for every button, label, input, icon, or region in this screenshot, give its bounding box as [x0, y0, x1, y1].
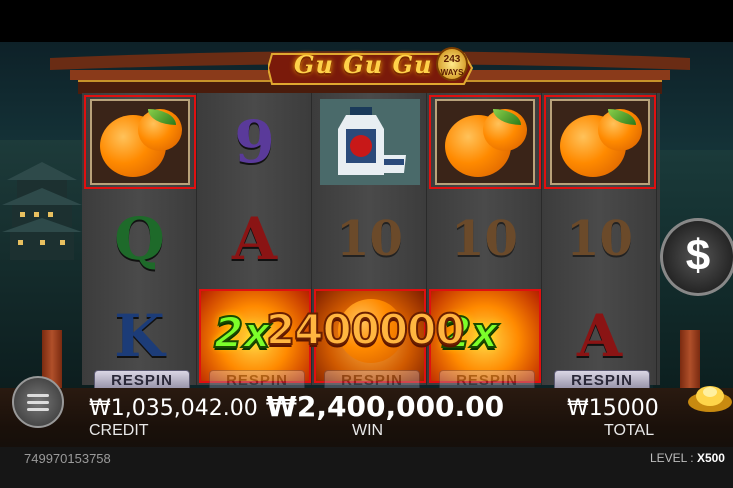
logo-title: Gu Gu Gu 3	[294, 50, 460, 79]
reel-1: Q K	[82, 93, 197, 385]
gold-ingot-icon	[688, 386, 732, 412]
menu-button[interactable]	[12, 376, 64, 428]
spin-button[interactable]: $	[660, 218, 733, 296]
big-win-amount: 2400000	[265, 304, 466, 355]
symbol-q: Q	[82, 190, 197, 287]
win-value: ₩2,400,000.00	[266, 390, 505, 423]
total-bet-value: ₩15000	[567, 396, 659, 421]
symbol-ten: 10	[542, 190, 657, 287]
game-screen: Gu Gu Gu 3 243 WAYS Q K 9 A 10 10 10 A 2…	[0, 0, 733, 488]
credit-value: ₩1,035,042.00	[89, 396, 258, 421]
win-label: WIN	[352, 422, 384, 439]
wine-jar-icon	[319, 98, 420, 185]
ways-label: WAYS	[440, 68, 464, 77]
reel-5: 10 A	[542, 93, 657, 385]
symbol-a-text: A	[231, 204, 277, 273]
win-highlight	[429, 95, 541, 189]
total-bet-label: TOTAL	[604, 422, 655, 439]
win-highlight	[544, 95, 656, 189]
dollar-spin-icon: $	[685, 231, 711, 280]
symbol-orange	[542, 93, 657, 190]
symbol-ten: 10	[427, 190, 542, 287]
symbol-wine-jar	[312, 93, 427, 190]
credit-label: CREDIT	[89, 422, 149, 439]
symbol-a-text: A	[576, 301, 622, 370]
symbol-ten-text: 10	[451, 210, 518, 267]
top-letterbox	[0, 0, 733, 42]
ways-badge: 243 WAYS	[436, 47, 468, 81]
level-indicator: LEVEL : X500	[650, 451, 725, 465]
symbol-q-text: Q	[114, 204, 165, 273]
symbol-orange	[427, 93, 542, 190]
multiplier-left: 2x	[213, 307, 271, 358]
win-highlight	[84, 95, 196, 189]
ways-number: 243	[443, 54, 461, 65]
symbol-nine: 9	[197, 93, 312, 190]
round-id: 749970153758	[24, 451, 111, 466]
level-label: LEVEL :	[650, 451, 694, 465]
symbol-a: A	[197, 190, 312, 287]
symbol-ten-text: 10	[336, 210, 403, 267]
symbol-k-text: K	[114, 301, 165, 370]
symbol-ten: 10	[312, 190, 427, 287]
menu-icon	[27, 394, 49, 397]
menu-icon	[27, 408, 49, 411]
pagoda-illustration	[2, 162, 82, 260]
menu-icon	[27, 401, 49, 404]
symbol-ten-text: 10	[566, 210, 633, 267]
level-value: X500	[696, 451, 725, 465]
symbol-nine-text: 9	[234, 107, 275, 176]
symbol-orange	[82, 93, 197, 190]
game-logo: Gu Gu Gu 3 243 WAYS	[268, 44, 473, 90]
